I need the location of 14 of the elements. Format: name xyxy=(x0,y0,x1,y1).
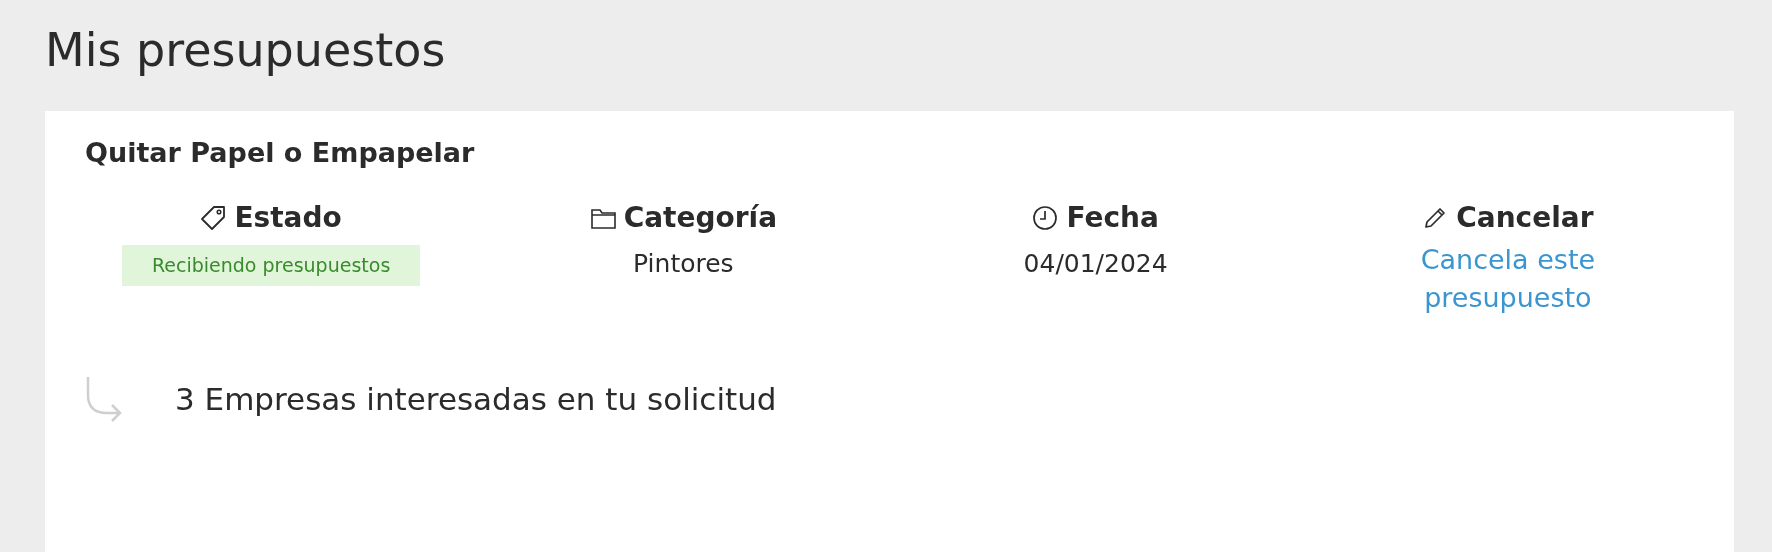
field-label: Categoría xyxy=(623,200,778,237)
cancel-link[interactable]: Cancela este presupuesto xyxy=(1407,241,1608,317)
field-label: Cancelar xyxy=(1456,200,1594,237)
tag-icon xyxy=(200,205,227,232)
page-title: Mis presupuestos xyxy=(44,22,447,79)
field-label: Fecha xyxy=(1066,200,1159,237)
field-value: Pintores xyxy=(633,248,734,281)
clock-icon xyxy=(1032,205,1059,232)
interested-companies-text: 3 Empresas interesadas en tu solicitud xyxy=(175,379,777,419)
field-value: 04/01/2024 xyxy=(1023,248,1168,281)
status-badge: Recibiendo presupuestos xyxy=(121,245,421,286)
arrow-icon xyxy=(85,375,123,423)
request-title: Quitar Papel o Empapelar xyxy=(85,137,476,170)
field-label: Estado xyxy=(234,200,342,237)
